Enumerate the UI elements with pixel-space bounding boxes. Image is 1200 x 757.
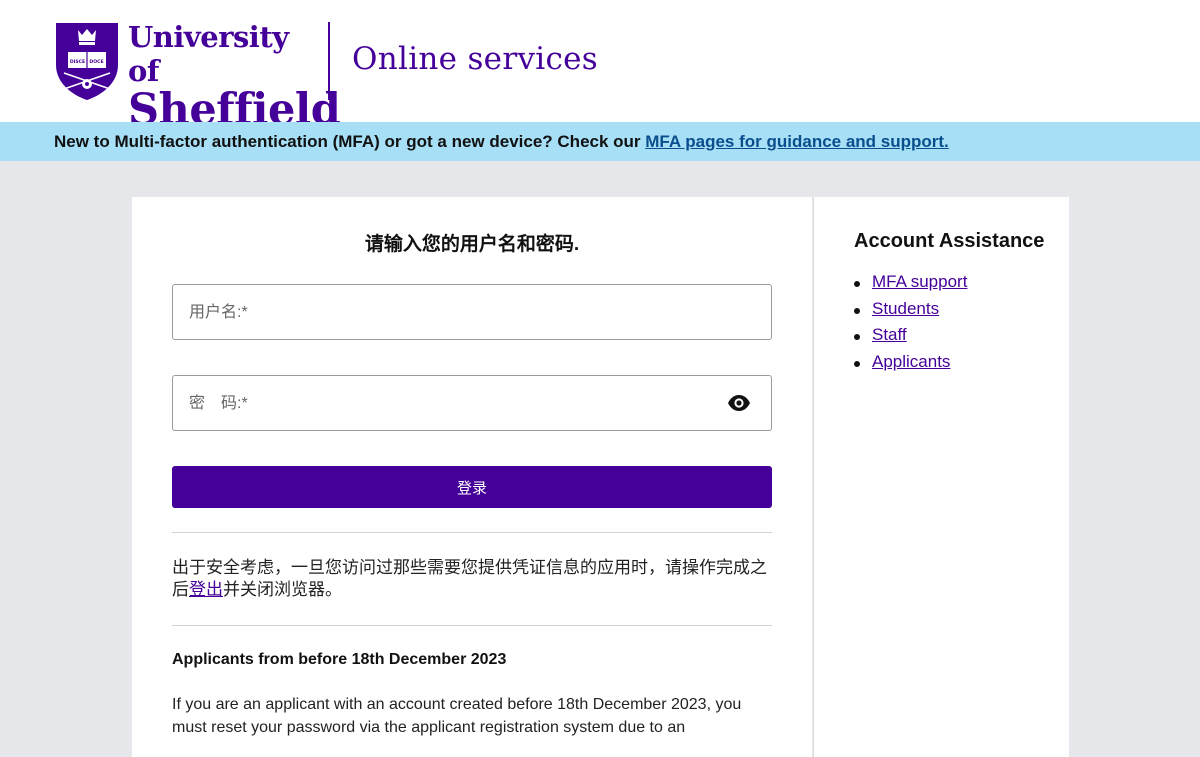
service-title: Online services xyxy=(352,41,598,77)
assistance-links: MFA support Students Staff Applicants xyxy=(854,272,967,378)
list-item: MFA support xyxy=(854,272,967,299)
students-link[interactable]: Students xyxy=(872,299,939,318)
username-field[interactable] xyxy=(172,284,772,341)
university-wordmark: University of Sheffield xyxy=(128,20,341,132)
security-notice-text-end: 并关闭浏览器。 xyxy=(223,580,342,599)
staff-link[interactable]: Staff xyxy=(872,325,907,344)
applicants-link[interactable]: Applicants xyxy=(872,352,950,371)
logout-link[interactable]: 登出 xyxy=(189,580,223,599)
mfa-guidance-link[interactable]: MFA pages for guidance and support. xyxy=(645,132,949,151)
mfa-banner: New to Multi-factor authentication (MFA)… xyxy=(0,122,1200,161)
password-field[interactable] xyxy=(172,375,772,432)
list-item: Students xyxy=(854,299,967,326)
mfa-support-link[interactable]: MFA support xyxy=(872,272,967,291)
applicants-title: Applicants from before 18th December 202… xyxy=(172,651,507,668)
list-item: Applicants xyxy=(854,352,967,379)
university-name-line1: University of xyxy=(128,20,289,88)
bullet-icon xyxy=(854,307,860,314)
header-divider xyxy=(328,22,330,100)
login-button[interactable]: 登录 xyxy=(172,466,772,508)
show-password-icon[interactable] xyxy=(727,392,751,414)
login-panel: 请输入您的用户名和密码. 登录 出于安全考虑，一旦您访问过那些需要您提供凭证信息… xyxy=(132,197,812,757)
divider xyxy=(172,532,772,533)
mfa-banner-text: New to Multi-factor authentication (MFA)… xyxy=(54,132,949,152)
security-notice: 出于安全考虑，一旦您访问过那些需要您提供凭证信息的应用时，请操作完成之后登出并关… xyxy=(172,557,772,601)
password-input[interactable] xyxy=(187,376,731,432)
mfa-banner-message: New to Multi-factor authentication (MFA)… xyxy=(54,132,646,151)
crest-motto-right: DOCE xyxy=(89,59,103,65)
account-assistance-title: Account Assistance xyxy=(854,230,1045,252)
university-crest-icon: DISCE DOCE xyxy=(56,23,118,100)
site-header: DISCE DOCE University of Sheffield Onlin… xyxy=(0,0,1200,132)
crest-motto-left: DISCE xyxy=(70,59,85,65)
divider xyxy=(172,625,772,626)
bullet-icon xyxy=(854,281,860,287)
applicants-body: If you are an applicant with an account … xyxy=(172,696,742,736)
username-input[interactable] xyxy=(187,285,731,341)
login-heading: 请输入您的用户名和密码. xyxy=(364,234,580,255)
list-item: Staff xyxy=(854,325,967,352)
bullet-icon xyxy=(854,360,860,367)
bullet-icon xyxy=(854,334,860,340)
account-assistance-panel: Account Assistance MFA support Students … xyxy=(813,197,1069,757)
